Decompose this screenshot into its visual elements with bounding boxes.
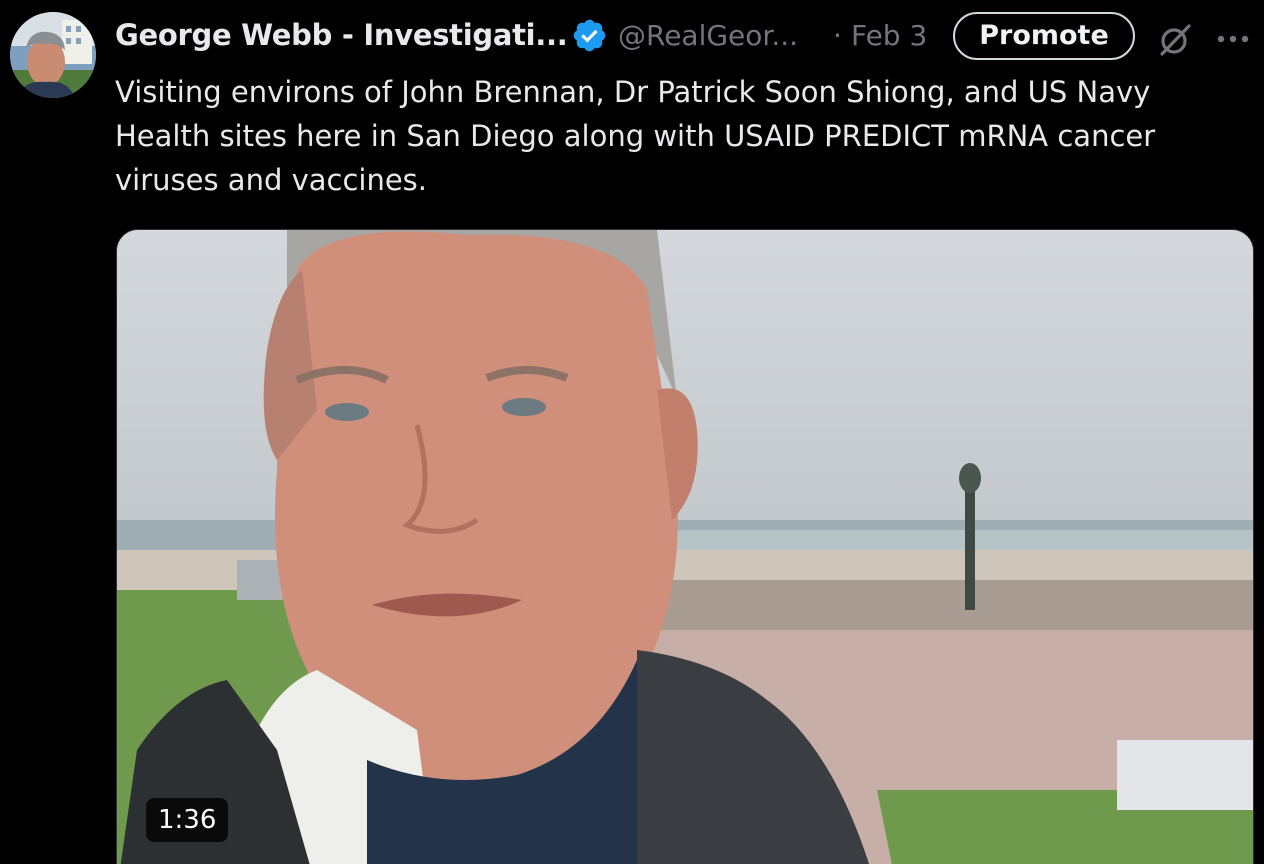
author-display-name[interactable]: George Webb - Investigati... [115,18,568,52]
author-avatar[interactable] [10,12,96,98]
video-duration-badge: 1:36 [146,798,229,842]
video-thumbnail [117,230,1253,864]
tweet-text: Visiting environs of John Brennan, Dr Pa… [115,75,1156,197]
author-handle[interactable]: @RealGeor... [618,19,798,52]
tweet-header: George Webb - Investigati... @RealGeor..… [115,10,1264,60]
video-player[interactable]: 1:36 [116,229,1254,864]
promote-button[interactable]: Promote [953,12,1135,60]
grok-icon[interactable] [1157,22,1193,58]
verified-badge-icon[interactable] [571,17,608,54]
more-icon[interactable] [1215,32,1255,46]
tweet-card[interactable]: George Webb - Investigati... @RealGeor..… [0,0,1264,864]
tweet-date[interactable]: Feb 3 [851,19,927,52]
separator-dot: · [833,19,842,52]
